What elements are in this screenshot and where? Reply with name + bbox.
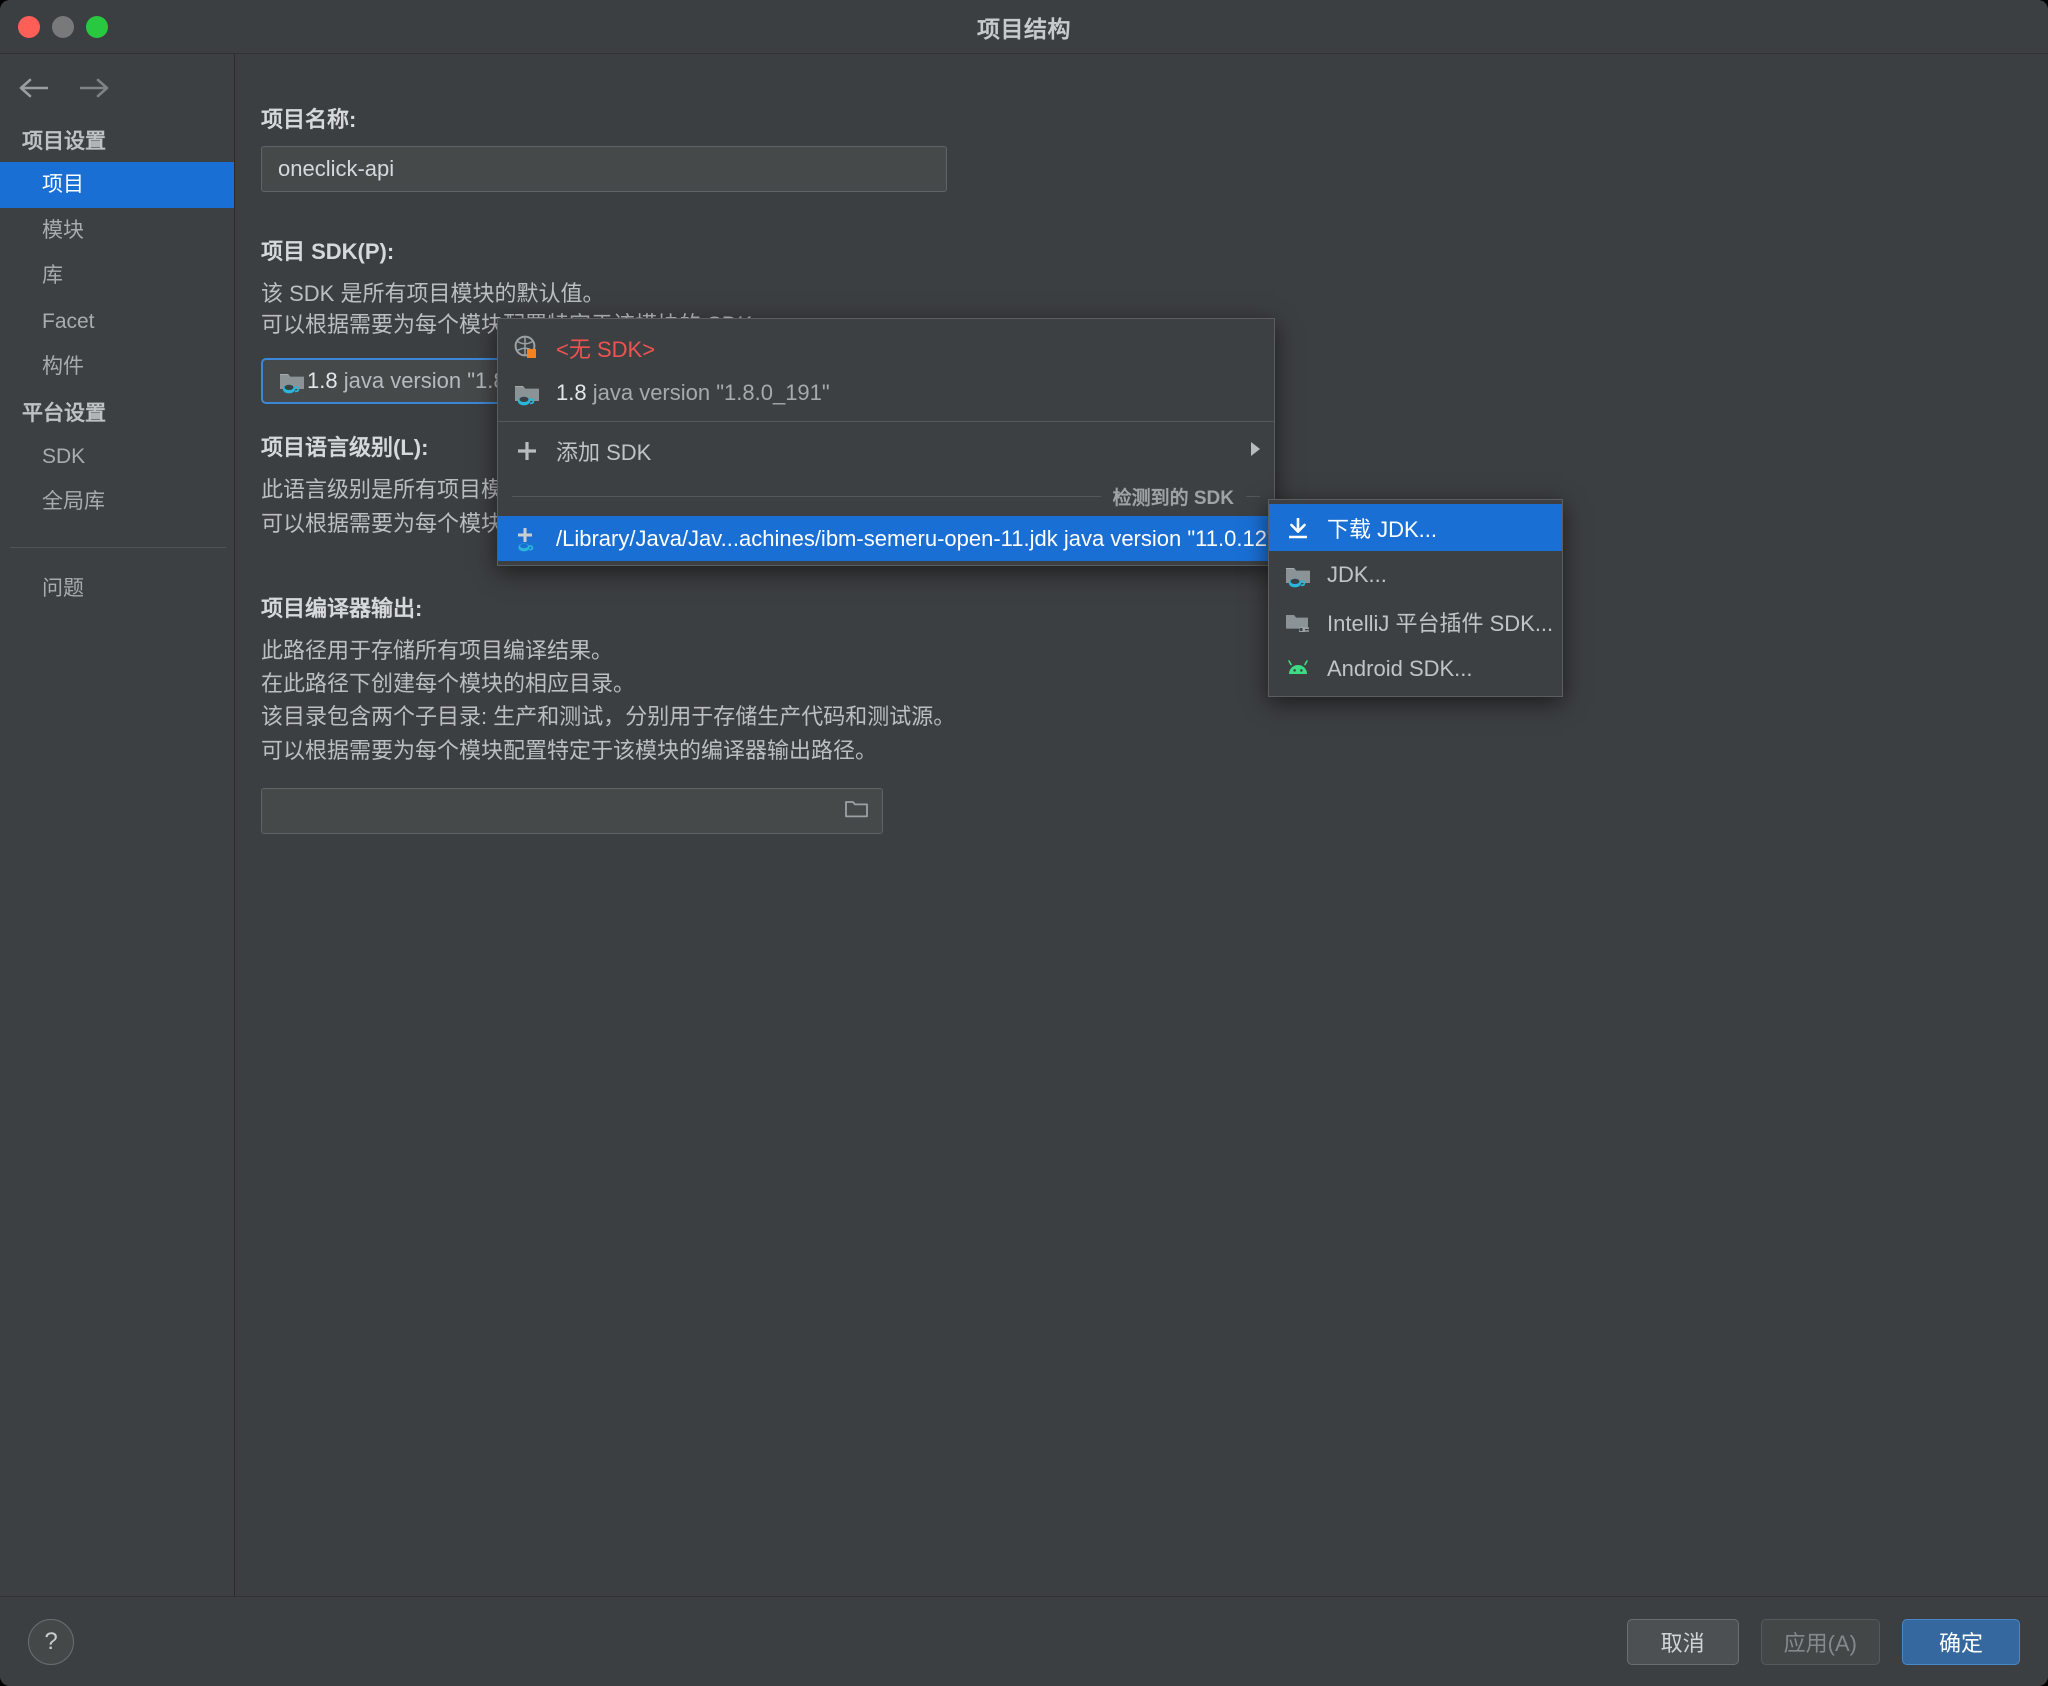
submenu-item-android-sdk-label: Android SDK... (1327, 655, 1473, 681)
sidebar-item-artifacts[interactable]: 构件 (0, 344, 234, 390)
sidebar-item-problems[interactable]: 问题 (0, 566, 234, 612)
sdk-version: 1.8 (307, 368, 338, 394)
dropdown-item-detected-jdk11[interactable]: /Library/Java/Jav...achines/ibm-semeru-o… (498, 516, 1275, 561)
nav-buttons (0, 68, 234, 118)
traffic-lights (18, 15, 108, 38)
dropdown-item-jdk-18-label: 1.8 java version "1.8.0_191" (556, 380, 830, 406)
ok-button[interactable]: 确定 (1902, 1618, 2020, 1665)
download-icon (1283, 513, 1313, 543)
sidebar: 项目设置 项目 模块 库 Facet 构件 平台设置 SDK 全局库 问题 (0, 54, 235, 1596)
submenu-item-download-jdk-label: 下载 JDK... (1327, 516, 1438, 542)
jdk-folder-icon (277, 366, 307, 396)
compiler-output-label: 项目编译器输出: (261, 595, 423, 621)
sidebar-group-project-settings: 项目设置 (22, 130, 106, 153)
add-sdk-submenu: 下载 JDK... JDK... IntelliJ 平台插件 SDK... An… (1268, 499, 1563, 697)
project-sdk-label: 项目 SDK(P): (261, 239, 395, 264)
dropdown-jdk-detail: java version "1.8.0_191" (592, 379, 830, 405)
dropdown-item-add-sdk[interactable]: 添加 SDK (498, 428, 1274, 473)
minimize-button[interactable] (52, 15, 74, 38)
sidebar-group-platform-settings: 平台设置 (22, 401, 106, 425)
dropdown-item-detected-jdk11-label: /Library/Java/Jav...achines/ibm-semeru-o… (556, 525, 1275, 551)
jdk-folder-icon (512, 378, 542, 408)
cancel-button[interactable]: 取消 (1626, 1618, 1739, 1665)
compiler-desc-4: 可以根据需要为每个模块配置特定于该模块的编译器输出路径。 (261, 737, 878, 763)
dropdown-item-no-sdk-label: <无 SDK> (556, 336, 656, 362)
chevron-right-icon (1248, 440, 1262, 461)
dropdown-group-detected: 检测到的 SDK (498, 473, 1274, 516)
window-title: 项目结构 (977, 15, 1071, 42)
sidebar-item-modules[interactable]: 模块 (0, 208, 234, 254)
dropdown-item-add-sdk-label: 添加 SDK (556, 439, 652, 465)
compiler-output-input[interactable] (261, 787, 883, 834)
project-name-input[interactable]: oneclick-api (261, 146, 947, 192)
group-line-right (1246, 496, 1260, 497)
sidebar-item-sdks[interactable]: SDK (0, 434, 234, 480)
compiler-desc-3: 该目录包含两个子目录: 生产和测试，分别用于存储生产代码和测试源。 (261, 704, 956, 730)
sidebar-item-libraries[interactable]: 库 (0, 253, 234, 299)
compiler-output-block: 项目编译器输出: 此路径用于存储所有项目编译结果。 在此路径下创建每个模块的相应… (261, 591, 2048, 834)
dropdown-group-label: 检测到的 SDK (1112, 488, 1234, 509)
footer-buttons: 取消 应用(A) 确定 (1626, 1618, 2020, 1665)
no-sdk-icon (512, 333, 542, 363)
submenu-item-intellij-plugin-sdk-label: IntelliJ 平台插件 SDK... (1327, 610, 1554, 636)
android-icon (1283, 654, 1313, 684)
main-panel: 项目名称: oneclick-api 项目 SDK(P): 该 SDK 是所有项… (235, 54, 2048, 1596)
folder-icon[interactable] (844, 797, 870, 824)
dropdown-item-no-sdk[interactable]: <无 SDK> (498, 325, 1274, 370)
submenu-item-jdk[interactable]: JDK... (1269, 551, 1562, 598)
plus-icon (512, 436, 542, 466)
dialog-footer: ? 取消 应用(A) 确定 (0, 1596, 2048, 1686)
sidebar-item-facets[interactable]: Facet (0, 299, 234, 345)
submenu-item-android-sdk[interactable]: Android SDK... (1269, 645, 1562, 692)
dropdown-jdk-version: 1.8 (556, 379, 587, 405)
arrow-left-icon[interactable] (18, 74, 52, 102)
submenu-item-download-jdk[interactable]: 下载 JDK... (1269, 504, 1562, 551)
dropdown-item-jdk-18[interactable]: 1.8 java version "1.8.0_191" (498, 370, 1274, 415)
zoom-button[interactable] (86, 15, 108, 38)
plugin-sdk-icon (1283, 607, 1313, 637)
sdk-dropdown-popup: <无 SDK> 1.8 java version "1.8.0_191" 添加 … (497, 318, 1275, 566)
apply-button[interactable]: 应用(A) (1760, 1618, 1880, 1665)
close-button[interactable] (18, 15, 40, 38)
sidebar-divider (10, 546, 226, 548)
sdk-desc-line-1: 该 SDK 是所有项目模块的默认值。 (261, 281, 605, 306)
compiler-desc-2: 在此路径下创建每个模块的相应目录。 (261, 671, 636, 697)
dropdown-divider (498, 421, 1274, 422)
submenu-item-jdk-label: JDK... (1327, 561, 1387, 587)
group-line-left (512, 496, 1101, 497)
project-name-label: 项目名称: (261, 107, 357, 132)
plus-jdk-icon (512, 524, 542, 554)
title-bar: 项目结构 (0, 0, 2048, 54)
submenu-item-intellij-plugin-sdk[interactable]: IntelliJ 平台插件 SDK... (1269, 598, 1562, 645)
jdk-folder-icon (1283, 560, 1313, 590)
compiler-desc-1: 此路径用于存储所有项目编译结果。 (261, 637, 614, 663)
arrow-right-icon[interactable] (76, 74, 110, 102)
sidebar-item-global-libraries[interactable]: 全局库 (0, 479, 234, 525)
sidebar-item-project[interactable]: 项目 (0, 162, 234, 208)
project-structure-dialog: 项目结构 项目设置 项目 模块 库 Facet 构件 平台设置 SDK 全局库 (0, 0, 2048, 1686)
dialog-body: 项目设置 项目 模块 库 Facet 构件 平台设置 SDK 全局库 问题 项目… (0, 54, 2048, 1596)
question-mark-icon[interactable]: ? (28, 1618, 74, 1665)
